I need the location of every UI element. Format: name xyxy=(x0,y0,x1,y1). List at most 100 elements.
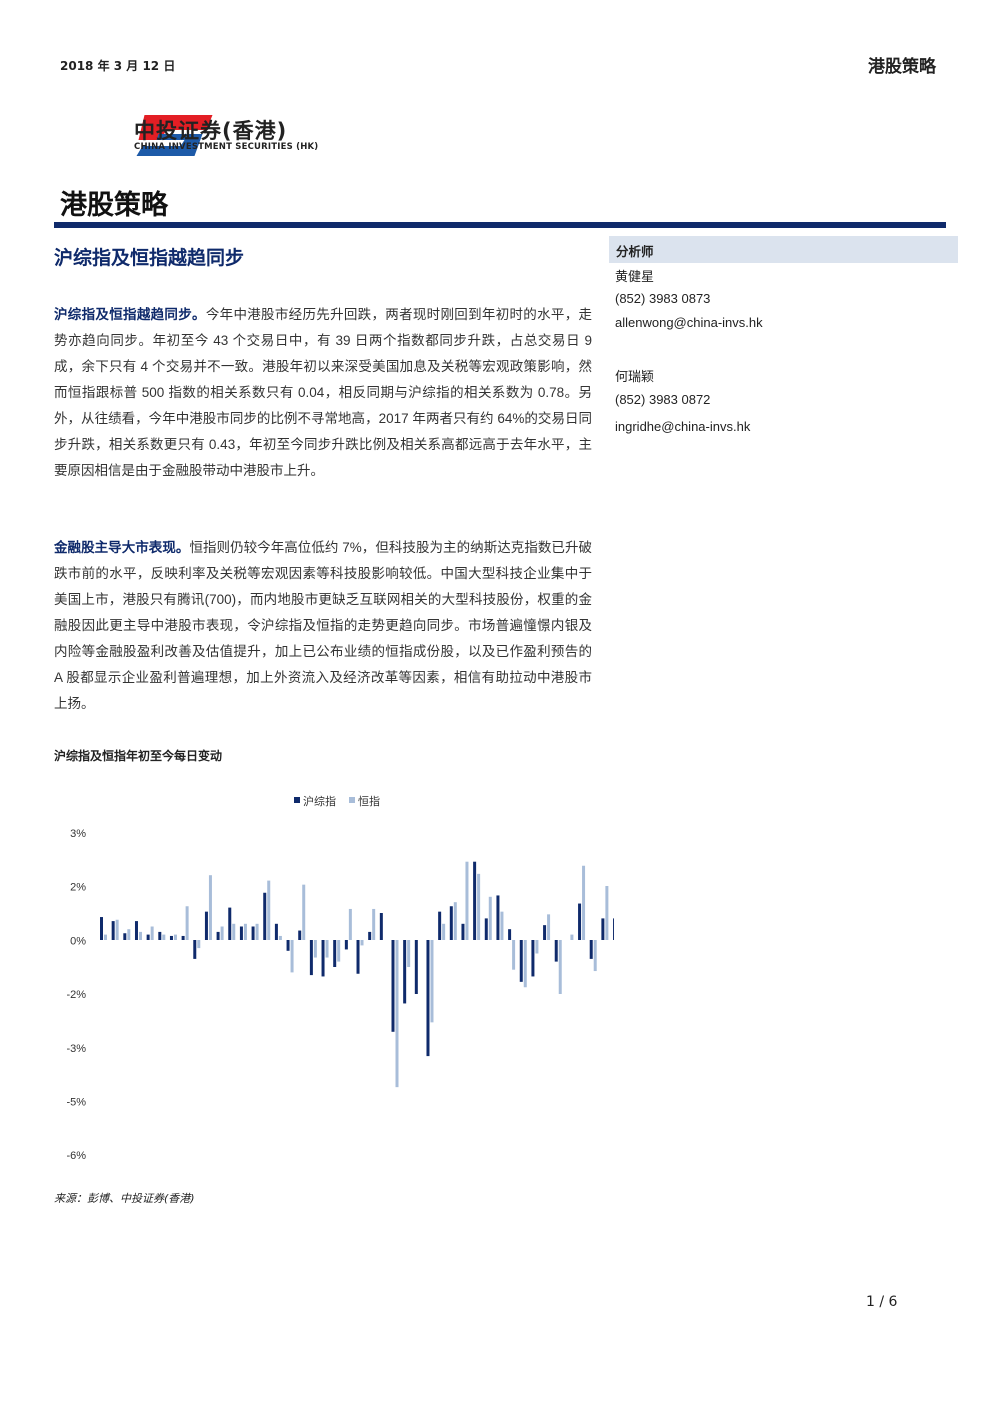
bar-shcomp xyxy=(519,940,523,982)
legend-swatch-1 xyxy=(294,797,300,803)
bar-hsi xyxy=(173,934,177,940)
bar-shcomp xyxy=(461,923,465,940)
daily-change-chart: 3% 2% 0% -2% -3% -5% -6% 沪综指 恒指 xyxy=(66,794,614,1162)
bar-shcomp xyxy=(344,940,348,950)
bar-shcomp xyxy=(228,907,232,940)
bar-hsi xyxy=(488,896,492,940)
bar-hsi xyxy=(453,902,457,940)
bar-shcomp xyxy=(356,940,360,974)
bar-hsi xyxy=(138,931,142,940)
bar-shcomp xyxy=(449,906,453,940)
bar-shcomp xyxy=(309,940,313,976)
bar-hsi xyxy=(407,940,411,967)
bar-shcomp xyxy=(403,940,407,1004)
y-tick-label: 0% xyxy=(70,935,86,947)
bar-shcomp xyxy=(123,933,127,940)
analyst-2-name: 何瑞颖 xyxy=(615,369,655,384)
bar-hsi xyxy=(477,873,481,940)
logo-name-cn: 中投证券(香港) xyxy=(134,119,288,143)
paragraph-2-lead: 金融股主导大市表现。 xyxy=(54,540,190,555)
analyst-2-phone: (852) 3983 0872 xyxy=(615,392,711,407)
y-tick-label: 2% xyxy=(70,882,86,894)
page-title: 港股策略 xyxy=(60,190,168,221)
legend-swatch-2 xyxy=(349,797,355,803)
bar-shcomp xyxy=(438,911,442,940)
article-title: 沪综指及恒指越趋同步 xyxy=(54,247,245,269)
bar-shcomp xyxy=(286,940,290,951)
bar-hsi xyxy=(185,906,189,940)
paragraph-1-text: 今年中港股市经历先升回跌，两者现时刚回到年初时的水平，走势亦趋向同步。年初至今 … xyxy=(54,307,593,478)
bar-shcomp xyxy=(274,923,278,940)
bar-shcomp xyxy=(508,929,512,940)
bar-shcomp xyxy=(134,921,138,940)
bar-hsi xyxy=(197,940,201,949)
bar-shcomp xyxy=(496,895,500,940)
bar-shcomp xyxy=(193,940,197,959)
analyst-2-email[interactable]: ingridhe@china-invs.hk xyxy=(615,419,750,434)
bar-shcomp xyxy=(543,925,547,940)
bar-shcomp xyxy=(484,918,488,940)
paragraph-1-lead: 沪综指及恒指越趋同步。 xyxy=(54,307,206,322)
bar-hsi xyxy=(208,875,212,940)
y-tick-label: 3% xyxy=(70,828,86,840)
paragraph-2: 金融股主导大市表现。恒指则仍较今年高位低约 7%，但科技股为主的纳斯达克指数已升… xyxy=(54,535,592,717)
bar-shcomp xyxy=(473,861,477,940)
bar-hsi xyxy=(535,940,539,954)
bar-shcomp xyxy=(531,940,535,977)
paragraph-2-text: 恒指则仍较今年高位低约 7%，但科技股为主的纳斯达克指数已升破跌市前的水平，反映… xyxy=(54,540,593,711)
bar-shcomp xyxy=(578,903,582,940)
bar-hsi xyxy=(593,940,597,972)
bar-hsi xyxy=(267,880,271,940)
bar-hsi xyxy=(442,923,446,940)
legend-label-2: 恒指 xyxy=(358,794,380,808)
bar-shcomp xyxy=(414,940,418,994)
bar-hsi xyxy=(512,940,516,970)
bar-hsi xyxy=(325,940,329,958)
bar-hsi xyxy=(313,940,317,958)
report-date: 2018 年 3 月 12 日 xyxy=(60,59,176,73)
bar-hsi xyxy=(127,929,131,940)
bar-hsi xyxy=(500,911,504,940)
paragraph-1: 沪综指及恒指越趋同步。今年中港股市经历先升回跌，两者现时刚回到年初时的水平，走势… xyxy=(54,302,592,484)
page-number: 1 / 6 xyxy=(866,1294,898,1310)
bar-shcomp xyxy=(181,935,185,940)
bar-hsi xyxy=(558,940,562,994)
bar-hsi xyxy=(582,865,586,940)
bar-hsi xyxy=(162,934,166,940)
bar-shcomp xyxy=(204,911,208,940)
chart-title: 沪综指及恒指年初至今每日变动 xyxy=(54,749,223,763)
bar-hsi xyxy=(348,908,352,940)
bar-hsi xyxy=(465,861,469,940)
bar-shcomp xyxy=(321,940,325,977)
y-tick-label: -3% xyxy=(66,1043,86,1055)
bar-shcomp xyxy=(263,892,267,940)
bar-hsi xyxy=(570,934,574,940)
logo-name-en: CHINA INVESTMENT SECURITIES (HK) xyxy=(134,142,319,152)
bar-hsi xyxy=(220,926,224,940)
bar-shcomp xyxy=(379,913,383,940)
y-tick-label: -2% xyxy=(66,989,86,1001)
bar-hsi xyxy=(278,935,282,940)
analyst-1-email[interactable]: allenwong@china-invs.hk xyxy=(615,315,763,330)
title-divider xyxy=(54,222,946,228)
bar-shcomp xyxy=(601,918,605,940)
analyst-1-phone: (852) 3983 0873 xyxy=(615,291,711,306)
report-type: 港股策略 xyxy=(868,57,936,77)
bar-shcomp xyxy=(100,917,103,940)
bar-shcomp xyxy=(613,918,614,940)
bar-shcomp xyxy=(333,940,337,967)
bar-shcomp xyxy=(589,940,593,959)
bar-shcomp xyxy=(111,921,115,940)
bar-hsi xyxy=(115,919,119,940)
bar-shcomp xyxy=(368,931,372,940)
bar-hsi xyxy=(430,940,434,1023)
chart-source: 来源：彭博、中投证券(香港) xyxy=(54,1192,195,1205)
y-tick-label: -6% xyxy=(66,1150,86,1162)
bar-hsi xyxy=(605,886,609,940)
analyst-1-name: 黄健星 xyxy=(615,269,655,284)
bar-shcomp xyxy=(391,940,395,1032)
analyst-heading: 分析师 xyxy=(616,244,654,259)
bar-hsi xyxy=(547,914,551,940)
bar-shcomp xyxy=(251,926,255,940)
bar-hsi xyxy=(523,940,527,988)
